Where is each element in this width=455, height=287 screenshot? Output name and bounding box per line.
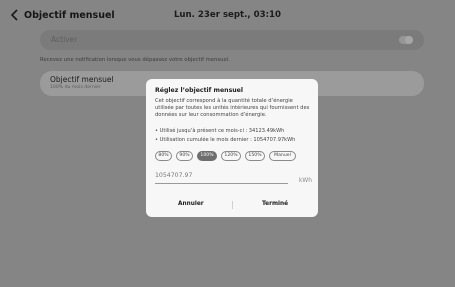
chip-80[interactable]: 80% — [155, 151, 172, 161]
done-button[interactable]: Terminé — [262, 201, 288, 207]
input-underline — [155, 183, 288, 184]
chip-90[interactable]: 90% — [176, 151, 193, 161]
used-this-month: • Utilisé jusqu’à présent ce mois-ci : 3… — [155, 128, 285, 134]
help-text: Recevez une notification lorsque vous dé… — [40, 57, 230, 63]
button-divider — [232, 201, 233, 209]
toggle-knob — [405, 36, 413, 44]
cancel-button[interactable]: Annuler — [178, 201, 204, 207]
chip-120[interactable]: 120% — [221, 151, 241, 161]
goal-input[interactable]: 1054707.97 — [155, 172, 192, 179]
dialog-description: Cet objectif correspond à la quantité to… — [155, 98, 310, 118]
chip-100[interactable]: 100% — [197, 151, 217, 161]
objectif-title: Objectif mensuel — [50, 75, 114, 84]
screen: Objectif mensuel Lun. 23er sept., 03:10 … — [0, 0, 455, 287]
unit-label: kWh — [299, 178, 312, 184]
used-last-month: • Utilisation cumulée le mois dernier : … — [155, 137, 296, 143]
chip-manuel[interactable]: Manuel — [269, 151, 296, 161]
datetime: Lun. 23er sept., 03:10 — [173, 10, 282, 20]
chip-150[interactable]: 150% — [245, 151, 265, 161]
activer-label: Activer — [51, 35, 78, 44]
activer-row[interactable]: Activer — [40, 30, 424, 50]
dialog-title: Réglez l’objectif mensuel — [155, 87, 243, 94]
goal-dialog: Réglez l’objectif mensuel Cet objectif c… — [146, 79, 318, 217]
objectif-subtitle: 100% du mois dernier — [50, 85, 101, 90]
activer-toggle[interactable] — [399, 36, 413, 44]
